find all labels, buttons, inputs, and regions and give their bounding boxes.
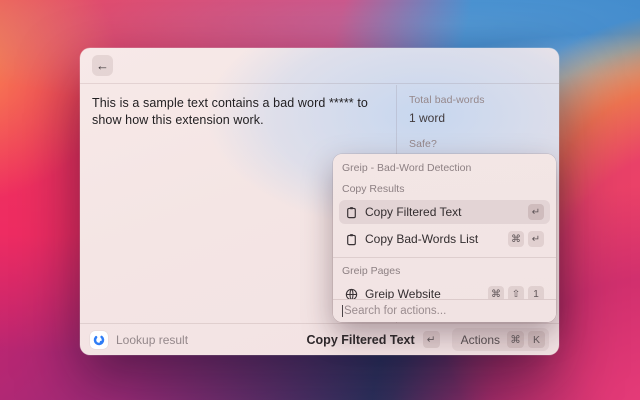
k-keycap: K xyxy=(528,331,545,348)
action-item-label: Greip Website xyxy=(365,287,481,299)
action-item-greip-website[interactable]: Greip Website ⌘ ⇧ 1 xyxy=(339,282,550,299)
metadata-value: 1 word xyxy=(409,111,547,125)
action-item-label: Copy Bad-Words List xyxy=(365,232,501,246)
section-label-greip-pages: Greip Pages xyxy=(339,260,550,279)
popup-divider xyxy=(333,257,556,258)
actions-search-bar xyxy=(333,299,556,322)
greip-logo-icon xyxy=(90,331,108,349)
action-item-copy-bad-words-list[interactable]: Copy Bad-Words List ⌘ ↵ xyxy=(339,227,550,251)
clipboard-icon xyxy=(345,233,358,246)
globe-icon xyxy=(345,288,358,300)
one-keycap: 1 xyxy=(528,286,544,299)
raycast-window: ← This is a sample text contains a bad w… xyxy=(80,48,559,355)
actions-popup: Greip - Bad-Word Detection Copy Results … xyxy=(333,154,556,322)
return-keycap: ↵ xyxy=(528,204,544,220)
window-header: ← xyxy=(80,48,559,84)
clipboard-icon xyxy=(345,206,358,219)
command-keycap: ⌘ xyxy=(508,231,524,247)
action-item-copy-filtered-text[interactable]: Copy Filtered Text ↵ xyxy=(339,200,550,224)
actions-button-label: Actions xyxy=(461,333,500,347)
text-caret xyxy=(342,305,343,317)
shift-keycap: ⇧ xyxy=(508,286,524,299)
actions-button[interactable]: Actions ⌘ K xyxy=(452,328,549,351)
sample-text: This is a sample text contains a bad wor… xyxy=(92,95,384,129)
metadata-label: Safe? xyxy=(409,138,547,150)
return-keycap: ↵ xyxy=(528,231,544,247)
primary-action-button[interactable]: Copy Filtered Text xyxy=(307,333,415,347)
metadata-label: Total bad-words xyxy=(409,94,547,106)
popup-title: Greip - Bad-Word Detection xyxy=(339,154,550,178)
back-button[interactable]: ← xyxy=(92,55,113,76)
command-title: Lookup result xyxy=(116,333,188,347)
section-label-copy-results: Copy Results xyxy=(339,178,550,197)
actions-search-input[interactable] xyxy=(344,305,547,317)
window-footer: Lookup result Copy Filtered Text ↵ Actio… xyxy=(80,323,559,355)
back-arrow-icon: ← xyxy=(96,58,109,73)
return-keycap: ↵ xyxy=(423,331,440,348)
command-keycap: ⌘ xyxy=(488,286,504,299)
action-item-label: Copy Filtered Text xyxy=(365,205,521,219)
command-keycap: ⌘ xyxy=(507,331,524,348)
actions-list: Greip - Bad-Word Detection Copy Results … xyxy=(333,154,556,299)
